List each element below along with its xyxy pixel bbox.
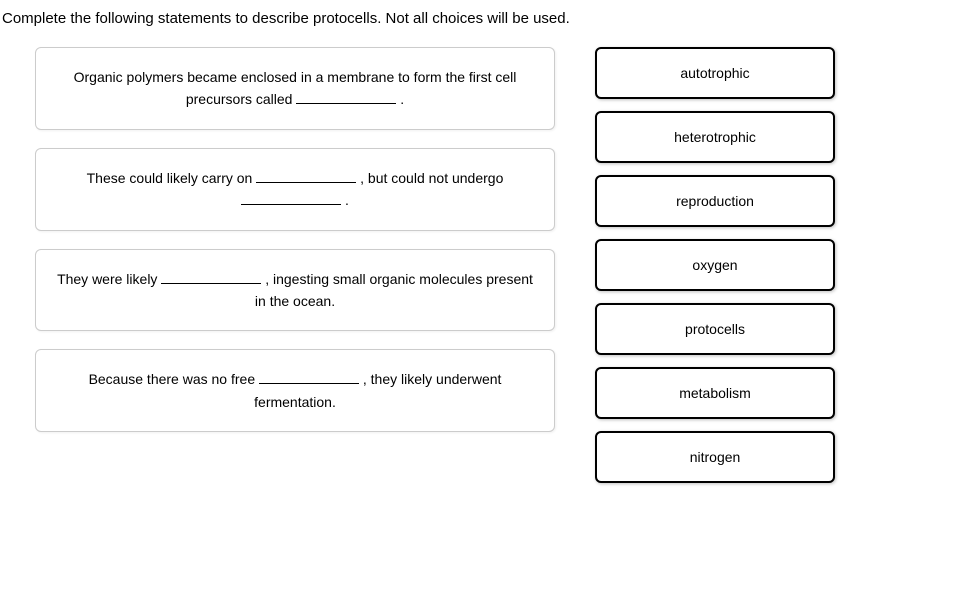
choice-heterotrophic[interactable]: heterotrophic: [595, 111, 835, 163]
statements-column: Organic polymers became enclosed in a me…: [35, 47, 555, 483]
statement-text-3: They were likely , ingesting small organ…: [50, 268, 540, 313]
choice-autotrophic[interactable]: autotrophic: [595, 47, 835, 99]
statement-box-3[interactable]: They were likely , ingesting small organ…: [35, 249, 555, 332]
blank-dropzone[interactable]: [161, 270, 261, 284]
statement-text-2: These could likely carry on , but could …: [87, 167, 504, 212]
statement-2-mid: , but could not undergo: [360, 170, 503, 186]
blank-dropzone[interactable]: [259, 370, 359, 384]
statement-1-pre: Organic polymers became enclosed in a me…: [74, 69, 517, 107]
statement-3-post: , ingesting small organic molecules pres…: [255, 271, 533, 309]
statement-box-2[interactable]: These could likely carry on , but could …: [35, 148, 555, 231]
statement-box-1[interactable]: Organic polymers became enclosed in a me…: [35, 47, 555, 130]
blank-dropzone[interactable]: [256, 169, 356, 183]
statement-3-pre: They were likely: [57, 271, 161, 287]
choice-nitrogen[interactable]: nitrogen: [595, 431, 835, 483]
choice-metabolism[interactable]: metabolism: [595, 367, 835, 419]
statement-2-pre: These could likely carry on: [87, 170, 257, 186]
choice-reproduction[interactable]: reproduction: [595, 175, 835, 227]
blank-dropzone[interactable]: [241, 191, 341, 205]
statement-4-pre: Because there was no free: [89, 371, 259, 387]
choice-protocells[interactable]: protocells: [595, 303, 835, 355]
statement-2-post: .: [345, 192, 349, 208]
statement-text-4: Because there was no free , they likely …: [50, 368, 540, 413]
main-container: Organic polymers became enclosed in a me…: [0, 47, 960, 483]
instruction-text: Complete the following statements to des…: [0, 10, 960, 27]
statement-1-post: .: [400, 91, 404, 107]
statement-text-1: Organic polymers became enclosed in a me…: [50, 66, 540, 111]
choices-column: autotrophic heterotrophic reproduction o…: [595, 47, 835, 483]
statement-box-4[interactable]: Because there was no free , they likely …: [35, 349, 555, 432]
blank-dropzone[interactable]: [296, 90, 396, 104]
choice-oxygen[interactable]: oxygen: [595, 239, 835, 291]
